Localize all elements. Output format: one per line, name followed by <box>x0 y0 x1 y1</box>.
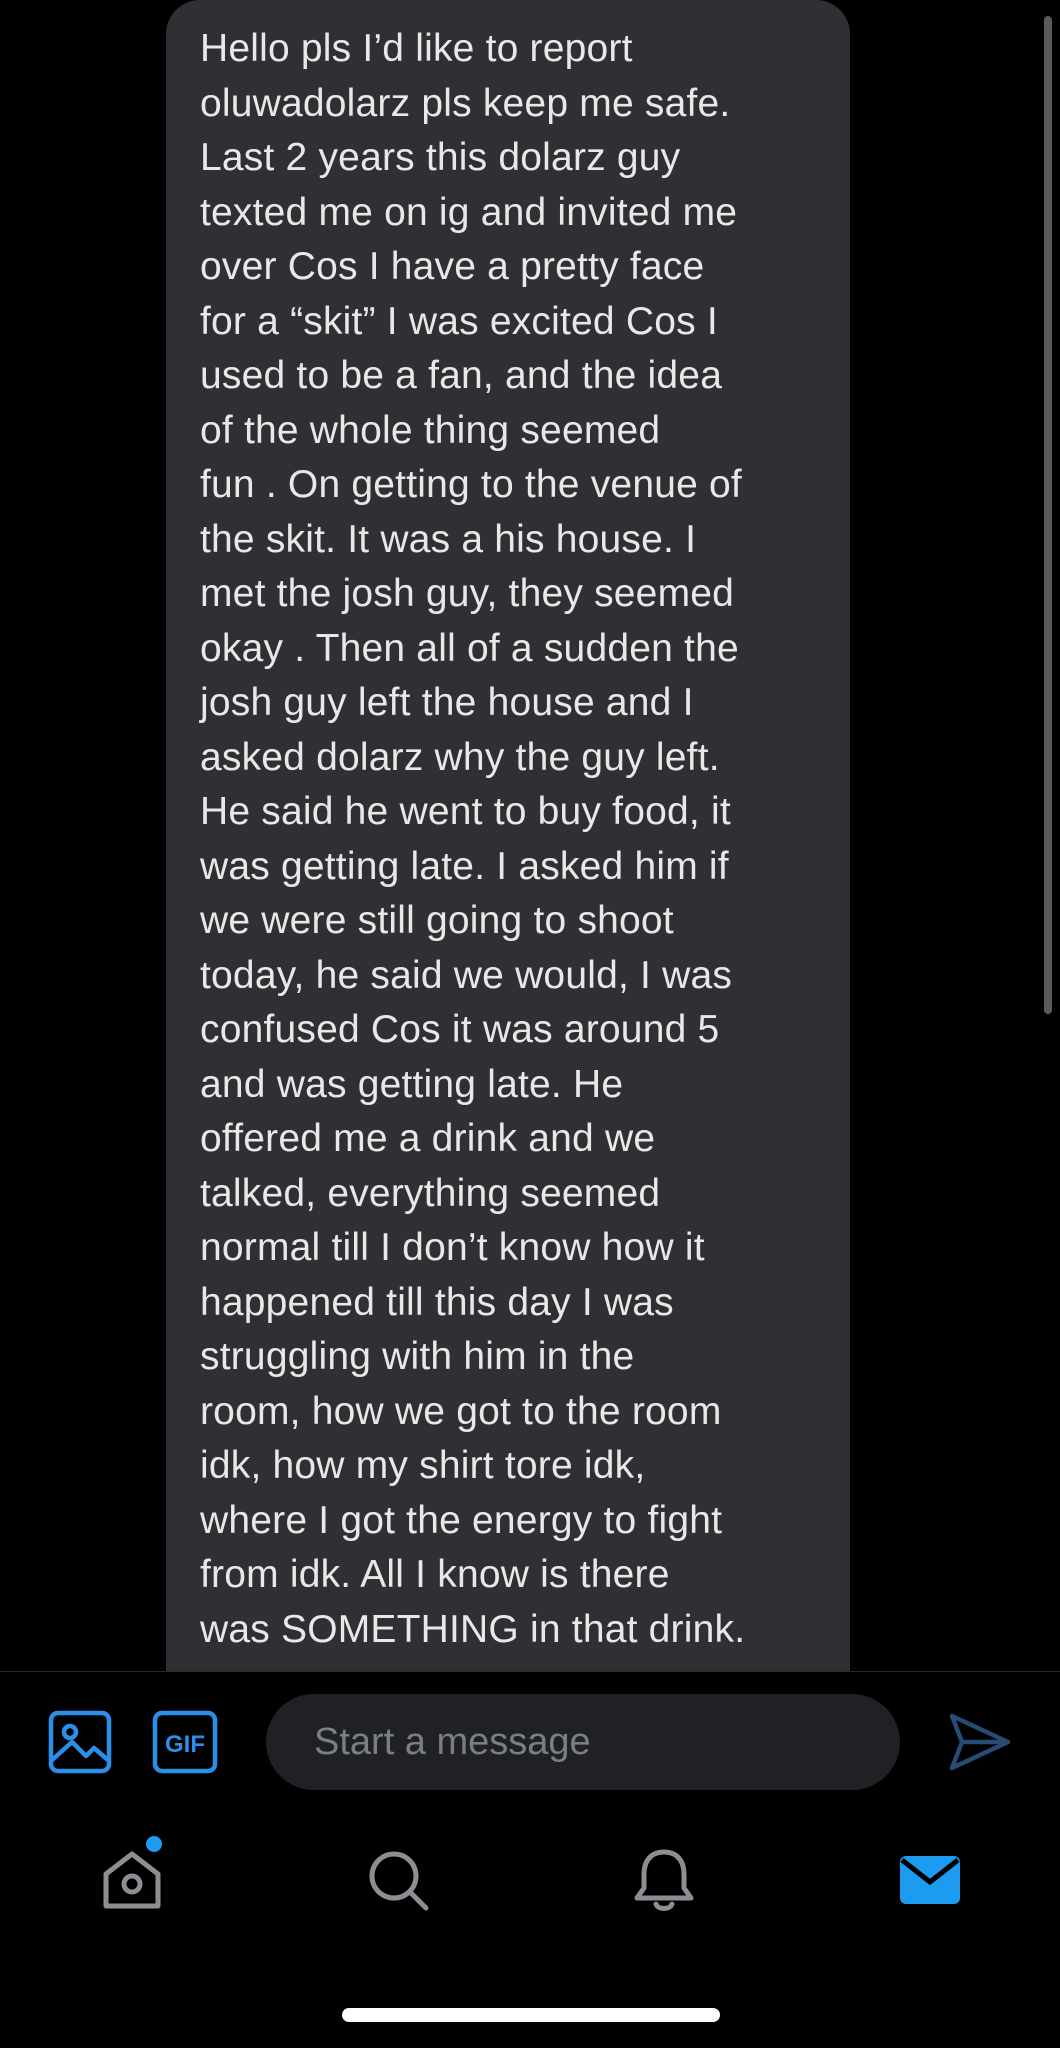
message-line: idk, how my shirt tore idk, <box>200 1444 646 1487</box>
message-line: was getting late. I asked him if <box>200 844 729 888</box>
message-line: and was getting late. He <box>200 1062 624 1106</box>
scrollbar[interactable] <box>1044 16 1052 1014</box>
image-icon[interactable] <box>48 1710 112 1774</box>
bottom-tab-bar <box>0 1812 1060 1962</box>
message-line: room, how we got to the room <box>200 1389 722 1433</box>
message-line: Last 2 years this dolarz guy <box>200 136 681 179</box>
tab-home[interactable] <box>96 1836 168 1916</box>
message-line: talked, everything seemed <box>200 1171 661 1215</box>
message-line: oluwadolarz pls keep me safe. <box>200 81 731 125</box>
home-icon <box>103 1851 161 1909</box>
message-line: offered me a drink and we <box>200 1117 656 1160</box>
mail-icon <box>900 1856 960 1904</box>
message-line: asked dolarz why the guy left. <box>200 735 720 779</box>
message-composer: GIF <box>0 1672 1060 1812</box>
message-line: met the josh guy, they seemed <box>200 572 735 615</box>
message-line: was SOMETHING in that drink. <box>200 1607 746 1651</box>
message-input[interactable] <box>266 1694 900 1790</box>
message-line: over Cos I have a pretty face <box>200 245 705 288</box>
message-line: confused Cos it was around 5 <box>200 1008 720 1051</box>
home-indicator <box>342 2008 720 2022</box>
tab-search[interactable] <box>362 1844 434 1916</box>
search-icon <box>369 1851 429 1911</box>
message-line: where I got the energy to fight <box>200 1498 723 1542</box>
message-line: we were still going to shoot <box>200 899 674 942</box>
message-line: happened till this day I was <box>200 1280 674 1324</box>
received-message-bubble[interactable]: Hello pls I’d like to report oluwadolarz … <box>166 0 850 1671</box>
message-line: today, he said we would, I was <box>200 953 733 997</box>
message-line: okay . Then all of a sudden the <box>200 626 739 670</box>
message-line: of the whole thing seemed <box>200 408 661 452</box>
message-line: josh guy left the house and I <box>200 681 694 724</box>
tab-messages[interactable] <box>894 1844 966 1916</box>
gif-icon[interactable]: GIF <box>152 1710 218 1774</box>
send-icon[interactable] <box>948 1712 1012 1772</box>
gif-label: GIF <box>165 1731 205 1758</box>
message-line: the skit. It was a his house. I <box>200 517 697 561</box>
message-line: fun . On getting to the venue of <box>200 463 742 506</box>
bell-icon <box>634 1849 694 1911</box>
message-thread: Hello pls I’d like to report oluwadolarz … <box>0 0 1060 1671</box>
message-line: texted me on ig and invited me <box>200 190 738 234</box>
message-line: used to be a fan, and the idea <box>200 354 723 397</box>
tab-notifications[interactable] <box>628 1844 700 1916</box>
message-line: struggling with him in the <box>200 1335 635 1378</box>
message-line: Hello pls I’d like to report <box>200 27 633 70</box>
message-line: from idk. All I know is there <box>200 1553 670 1596</box>
message-line: He said he went to buy food, it <box>200 790 731 833</box>
message-line: for a “skit” I was excited Cos I <box>200 299 718 343</box>
message-line: normal till I don’t know how it <box>200 1226 705 1269</box>
notification-badge <box>146 1836 162 1852</box>
